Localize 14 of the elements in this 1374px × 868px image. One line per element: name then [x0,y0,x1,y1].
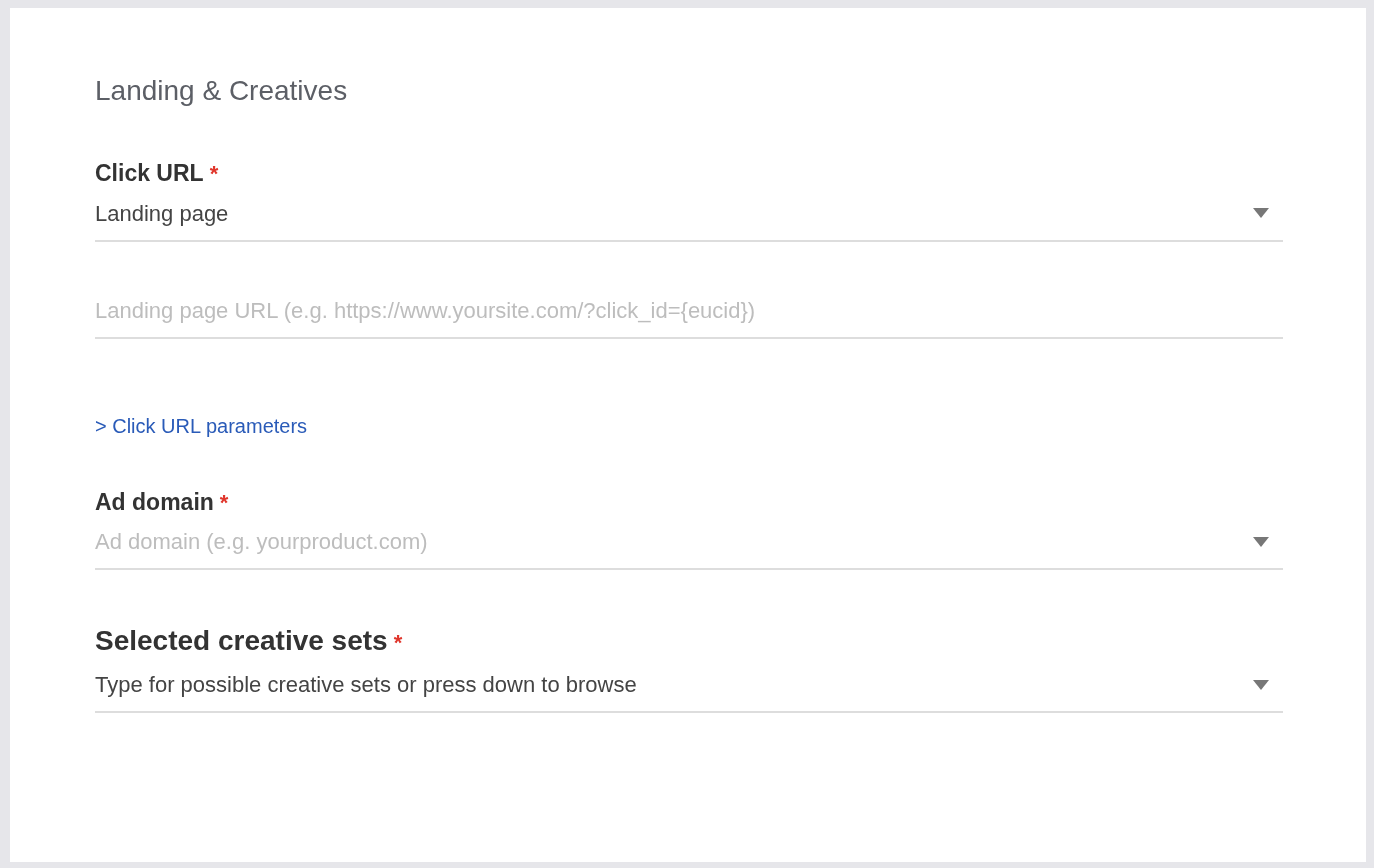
url-input-field[interactable]: Landing page URL (e.g. https://www.yoursite.com/?click_id={eucid}) [95,293,1283,339]
dropdown-caret-icon [1253,208,1269,218]
required-asterisk: * [219,488,229,517]
dropdown-caret-icon [1253,536,1269,547]
parameters-link[interactable]: > Click URL parameters [95,414,308,437]
dropdown-field[interactable]: Type for possible creative sets or press down to browse [95,662,1283,713]
field-label: Click URL [95,159,204,188]
dropdown-field[interactable]: Landing page [95,190,1283,242]
dropdown-caret-icon [1253,679,1269,690]
section-title: Landing & Creatives [95,74,349,108]
field-label: Ad domain [95,487,214,517]
required-asterisk: * [393,629,403,657]
required-asterisk: * [209,160,219,188]
field-label: Selected creative sets [95,624,388,658]
